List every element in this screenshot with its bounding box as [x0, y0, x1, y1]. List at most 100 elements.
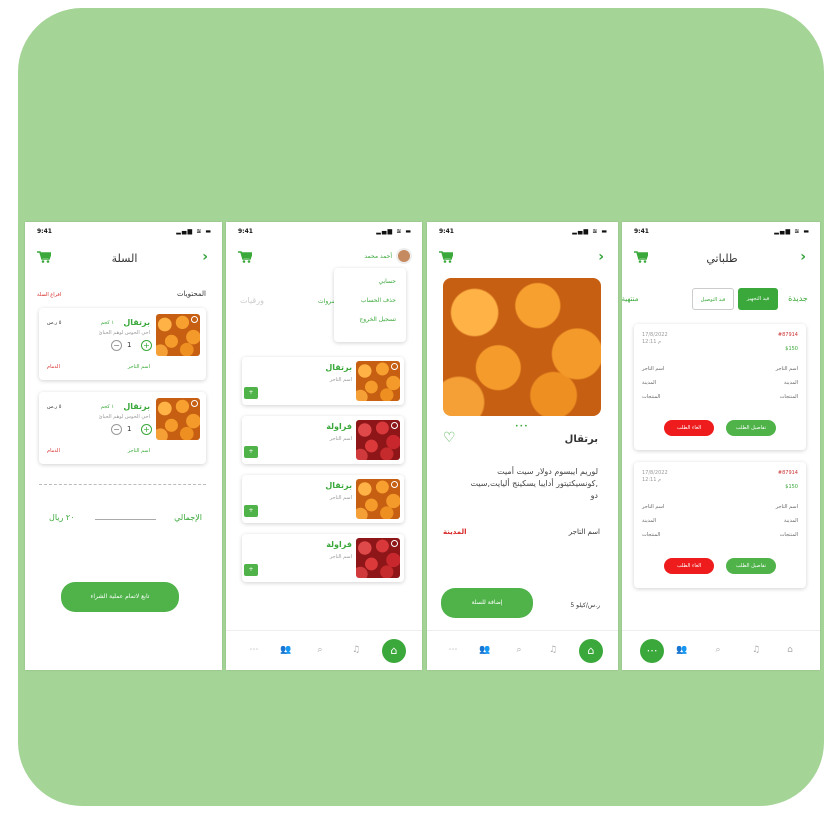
quantity-value: 1	[127, 425, 132, 433]
city-name: الدمام	[47, 364, 60, 370]
order-time: 12:11 م	[642, 339, 662, 345]
product-image	[156, 398, 200, 440]
product-merchant: اسم التاجر	[329, 377, 352, 383]
total-line	[95, 519, 156, 520]
add-to-cart-button[interactable]: +	[244, 564, 258, 576]
product-card[interactable]: برتقال اسم التاجر +	[242, 475, 404, 523]
order-field-label: المنتجات	[642, 532, 661, 538]
search-icon[interactable]: ⌕	[314, 645, 326, 655]
carousel-dots[interactable]: •••	[515, 424, 531, 430]
status-time: 9:41	[634, 228, 649, 235]
users-icon[interactable]: 👥	[479, 645, 491, 655]
product-merchant: اسم التاجر	[329, 495, 352, 501]
decrease-button[interactable]: −	[111, 424, 122, 435]
product-name: فراولة	[326, 422, 352, 431]
product-merchant: اسم التاجر	[329, 554, 352, 560]
product-card[interactable]: برتقال اسم التاجر +	[242, 357, 404, 405]
product-name: فراولة	[326, 540, 352, 549]
decrease-button[interactable]: −	[111, 340, 122, 351]
order-details-button[interactable]: تفاصيل الطلب	[726, 420, 776, 436]
product-description: لوريم ايبسوم دولار سيت أميت ,كونسيكتيتور…	[470, 467, 598, 500]
item-unit-price: ٥ ر.س	[47, 320, 62, 326]
tab-delivering[interactable]: قيد التوصيل	[692, 288, 734, 310]
product-detail-screen: 9:41 ▂▄▆ ≋ ▬ › ••• ♡ برتقال لوريم ايبسوم …	[427, 222, 618, 670]
search-icon[interactable]: ⌕	[712, 645, 724, 655]
menu-item-logout[interactable]: تسجيل الخروج	[334, 316, 406, 323]
add-to-cart-button[interactable]: إضافة للسلة	[441, 588, 533, 618]
home-icon[interactable]: ⌂	[382, 639, 406, 663]
page-title: السلة	[111, 252, 138, 265]
order-products: المنتجات	[779, 532, 798, 538]
cart-icon[interactable]	[238, 251, 252, 263]
product-card[interactable]: فراولة اسم التاجر +	[242, 416, 404, 464]
heart-icon[interactable]	[191, 400, 198, 407]
order-field-label: المدينة	[642, 518, 657, 524]
bottom-nav: ⋯ 👥 ⌕ ♫ ⌂	[427, 630, 618, 670]
product-merchant: اسم التاجر	[329, 436, 352, 442]
chevron-right-icon[interactable]: ›	[202, 250, 208, 264]
home-icon[interactable]: ⌂	[579, 639, 603, 663]
search-icon[interactable]: ⌕	[513, 645, 525, 655]
order-id: #87914	[777, 470, 798, 476]
status-time: 9:41	[238, 228, 253, 235]
order-field-label: اسم التاجر	[642, 504, 665, 510]
order-products: المنتجات	[779, 394, 798, 400]
order-time: 12:11 م	[642, 477, 662, 483]
order-date: 17/8/2022	[642, 332, 668, 338]
tab-finished[interactable]: منتهية	[622, 288, 642, 310]
heart-icon[interactable]: ♡	[443, 430, 456, 446]
merchant-label: اسم التاجر	[568, 528, 600, 536]
avatar[interactable]	[396, 248, 412, 264]
users-icon[interactable]: 👥	[280, 645, 292, 655]
bell-icon[interactable]: ♫	[547, 645, 559, 655]
bell-icon[interactable]: ♫	[750, 645, 762, 655]
order-city: المدينة	[783, 380, 798, 386]
product-card[interactable]: فراولة اسم التاجر +	[242, 534, 404, 582]
empty-cart-link[interactable]: افراغ السلة	[37, 292, 61, 298]
increase-button[interactable]: +	[141, 340, 152, 351]
increase-button[interactable]: +	[141, 424, 152, 435]
add-to-cart-button[interactable]: +	[244, 505, 258, 517]
order-date: 17/8/2022	[642, 470, 668, 476]
item-name: برتقال	[123, 402, 150, 411]
cancel-order-button[interactable]: الغاء الطلب	[664, 558, 714, 574]
tab-preparing[interactable]: قيد التجهيز	[738, 288, 778, 310]
cancel-order-button[interactable]: الغاء الطلب	[664, 420, 714, 436]
heart-icon[interactable]	[391, 481, 398, 488]
more-icon[interactable]: ⋯	[447, 645, 459, 655]
item-name: برتقال	[123, 318, 150, 327]
bell-icon[interactable]: ♫	[350, 645, 362, 655]
order-total: $150	[785, 484, 798, 490]
orders-screen: 9:41 ▂▄▆ ≋ ▬ طلباتي › جديدة قيد التجهيز ق…	[622, 222, 820, 670]
category-tab[interactable]: ورقيات	[240, 296, 264, 305]
heart-icon[interactable]	[391, 540, 398, 547]
chevron-right-icon[interactable]: ›	[800, 250, 806, 264]
order-merchant: اسم التاجر	[775, 504, 798, 510]
menu-item-delete-account[interactable]: حذف الحساب	[334, 297, 406, 304]
status-bar: 9:41 ▂▄▆ ≋ ▬	[37, 228, 212, 238]
user-name[interactable]: أحمد محمد	[364, 253, 392, 260]
status-icons: ▂▄▆ ≋ ▬	[376, 228, 412, 235]
status-icons: ▂▄▆ ≋ ▬	[176, 228, 212, 235]
more-icon[interactable]: ⋯	[248, 645, 260, 655]
checkout-button[interactable]: تابع لاتمام عملية الشراء	[61, 582, 179, 612]
tab-new[interactable]: جديدة	[780, 288, 816, 310]
page-title: طلباتي	[706, 252, 738, 265]
heart-icon[interactable]	[391, 422, 398, 429]
home-screen: 9:41 ▂▄▆ ≋ ▬ أحمد محمد ورقيات خضروات حساب…	[226, 222, 422, 670]
more-icon[interactable]: ⋯	[640, 639, 664, 663]
order-details-button[interactable]: تفاصيل الطلب	[726, 558, 776, 574]
menu-item-account[interactable]: حسابي	[334, 278, 406, 285]
heart-icon[interactable]	[391, 363, 398, 370]
add-to-cart-button[interactable]: +	[244, 446, 258, 458]
contents-label: المحتويات	[176, 290, 206, 298]
heart-icon[interactable]	[191, 316, 198, 323]
item-weight: ١ كجم	[100, 320, 114, 326]
home-icon[interactable]: ⌂	[784, 645, 796, 655]
item-description: اجي الحوس لوهم الحبائ	[98, 414, 150, 420]
cart-icon[interactable]	[439, 251, 453, 263]
chevron-right-icon[interactable]: ›	[598, 250, 604, 264]
bottom-nav: ⋯ 👥 ⌕ ♫ ⌂	[226, 630, 422, 670]
add-to-cart-button[interactable]: +	[244, 387, 258, 399]
users-icon[interactable]: 👥	[676, 645, 688, 655]
